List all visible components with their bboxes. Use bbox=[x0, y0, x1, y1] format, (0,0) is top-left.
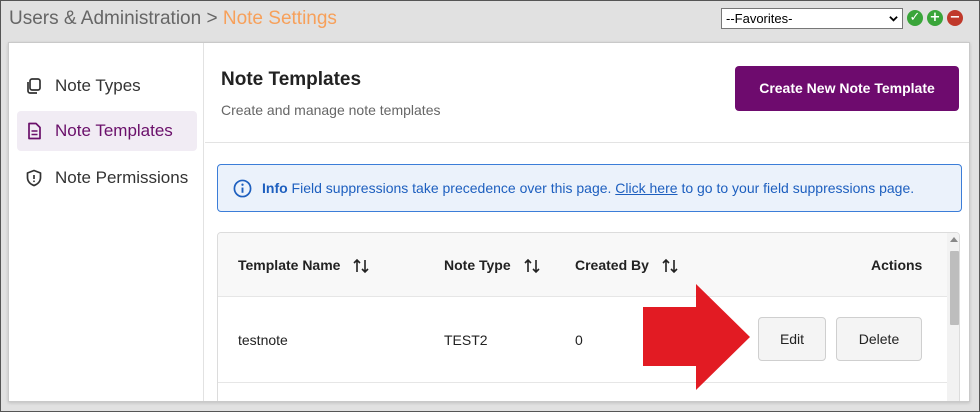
copy-icon bbox=[27, 78, 41, 94]
sidebar-item-label: Note Templates bbox=[55, 121, 173, 140]
sidebar-item-note-templates[interactable]: Note Templates bbox=[17, 111, 197, 151]
column-header-label: Template Name bbox=[238, 257, 341, 273]
plus-icon[interactable]: + bbox=[927, 10, 943, 26]
info-banner: Info Field suppressions take precedence … bbox=[217, 164, 962, 212]
sort-icon[interactable] bbox=[352, 258, 370, 274]
minus-icon[interactable]: − bbox=[947, 10, 963, 26]
edit-button[interactable]: Edit bbox=[758, 317, 826, 361]
cell-created-by: 0 bbox=[575, 332, 583, 348]
cell-note-type: TEST2 bbox=[444, 332, 488, 348]
info-text-after: to go to your field suppressions page. bbox=[681, 180, 915, 196]
info-text: Field suppressions take precedence over … bbox=[291, 180, 612, 196]
table-header: Template Name Note Type Created By Actio… bbox=[218, 233, 959, 297]
column-header-label: Created By bbox=[575, 257, 649, 273]
sidebar-item-note-types[interactable]: Note Types bbox=[17, 66, 197, 106]
content-area: Note Templates Create and manage note te… bbox=[205, 43, 969, 401]
page-subtitle: Create and manage note templates bbox=[221, 102, 441, 118]
sidebar: Note Types Note Templates Note Permissio… bbox=[9, 43, 204, 401]
scroll-up-icon[interactable] bbox=[950, 237, 958, 242]
settings-panel: Note Types Note Templates Note Permissio… bbox=[8, 42, 970, 402]
content-header: Note Templates Create and manage note te… bbox=[205, 43, 969, 143]
cell-template-name: testnote bbox=[238, 332, 288, 348]
column-header-label: Note Type bbox=[444, 257, 511, 273]
sidebar-item-label: Note Types bbox=[55, 76, 141, 95]
breadcrumb: Users & Administration > Note Settings bbox=[9, 8, 337, 30]
sort-icon[interactable] bbox=[661, 258, 679, 274]
delete-button[interactable]: Delete bbox=[836, 317, 922, 361]
breadcrumb-separator: > bbox=[206, 8, 218, 29]
document-icon bbox=[28, 122, 41, 140]
breadcrumb-parent[interactable]: Users & Administration bbox=[9, 8, 201, 29]
field-suppressions-link[interactable]: Click here bbox=[615, 180, 677, 196]
annotation-arrow-icon bbox=[643, 284, 750, 390]
sort-icon[interactable] bbox=[523, 258, 541, 274]
chevron-down-icon bbox=[889, 16, 898, 22]
info-icon bbox=[233, 179, 252, 198]
shield-icon bbox=[26, 169, 42, 187]
create-new-note-template-button[interactable]: Create New Note Template bbox=[735, 66, 959, 111]
column-header-note-type[interactable]: Note Type bbox=[444, 233, 541, 297]
breadcrumb-current: Note Settings bbox=[222, 8, 337, 29]
page-title: Note Templates bbox=[221, 69, 362, 90]
column-header-template-name[interactable]: Template Name bbox=[238, 233, 370, 297]
column-header-actions: Actions bbox=[871, 257, 923, 273]
table-scrollbar[interactable] bbox=[947, 233, 959, 401]
scroll-thumb[interactable] bbox=[950, 251, 959, 325]
checkmark-icon[interactable]: ✓ bbox=[907, 10, 923, 26]
templates-table: Template Name Note Type Created By Actio… bbox=[217, 232, 960, 401]
info-label: Info bbox=[262, 180, 288, 196]
sidebar-item-note-permissions[interactable]: Note Permissions bbox=[17, 158, 197, 198]
window-frame: Users & Administration > Note Settings -… bbox=[0, 0, 980, 412]
favorites-selected-value: --Favorites- bbox=[726, 11, 793, 26]
top-bar: Users & Administration > Note Settings -… bbox=[1, 1, 979, 39]
sidebar-item-label: Note Permissions bbox=[55, 168, 189, 187]
favorites-select[interactable]: --Favorites- bbox=[721, 8, 903, 29]
table-row: testnote TEST2 0 Edit Delete bbox=[218, 297, 959, 383]
